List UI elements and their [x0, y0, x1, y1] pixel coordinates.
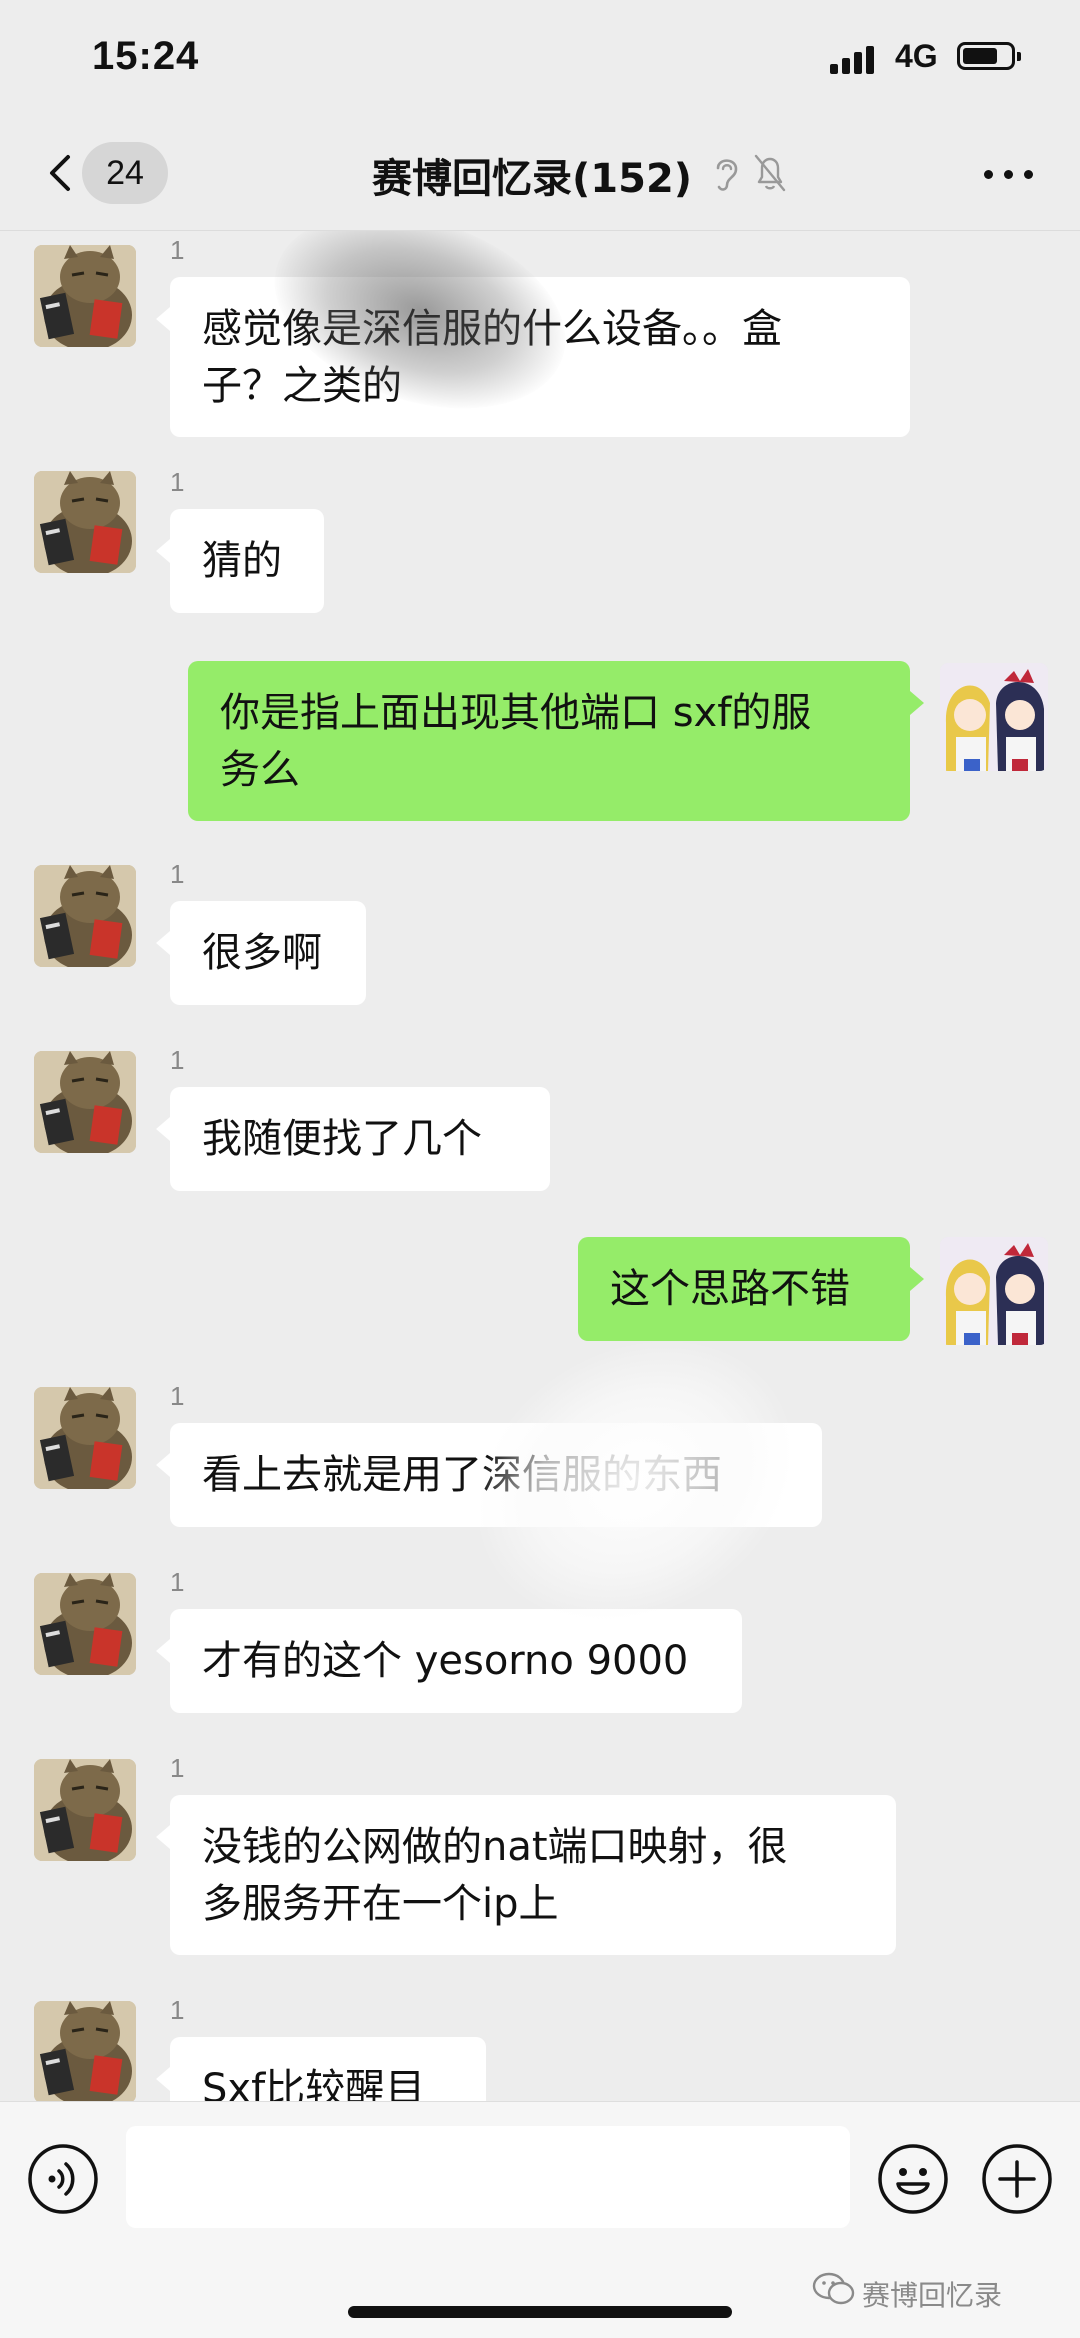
more-options-button[interactable]: [980, 148, 1040, 198]
message-bubble[interactable]: 没钱的公网做的nat端口映射，很 多服务开在一个ip上: [156, 1795, 896, 1955]
avatar[interactable]: [34, 2001, 136, 2101]
avatar[interactable]: [940, 663, 1048, 771]
message-bubble[interactable]: Sxf比较醒目: [156, 2037, 486, 2101]
avatar[interactable]: [34, 1573, 136, 1675]
message-bubble[interactable]: 才有的这个 yesorno 9000: [156, 1609, 742, 1713]
message-text-line: 才有的这个 yesorno 9000: [202, 1638, 689, 1684]
avatar[interactable]: [34, 245, 136, 347]
unread-count-badge: 24: [82, 142, 168, 204]
avatar[interactable]: [34, 1387, 136, 1489]
status-time: 15:24: [92, 34, 200, 78]
sender-name: 1: [170, 235, 185, 265]
wechat-logo-icon: [812, 2272, 855, 2305]
message-bubble[interactable]: 感觉像是深信服的什么设备。。盒 子？之类的: [156, 277, 910, 437]
sender-name: 1: [170, 1381, 185, 1411]
signal-strength-icon: [830, 44, 878, 74]
avatar[interactable]: [34, 1051, 136, 1153]
chevron-left-icon: [50, 155, 70, 191]
message-bubble[interactable]: 看上去就是用了深信服的东西: [156, 1423, 822, 1527]
message-list[interactable]: 1 感觉像是深信服的什么设备。。盒 子？之类的 1 猜的 你是指上面出现其他端口…: [0, 231, 1080, 2101]
chat-title: 赛博回忆录(152): [372, 156, 693, 202]
input-bar: 赛博回忆录: [0, 2101, 1080, 2338]
ear-icon: [716, 159, 738, 191]
sender-name: 1: [170, 1753, 185, 1783]
message-bubble[interactable]: 我随便找了几个: [156, 1087, 550, 1191]
message-text-line: 你是指上面出现其他端口 sxf的服: [220, 690, 812, 736]
mute-bell-icon: [754, 154, 786, 192]
sender-name: 1: [170, 859, 185, 889]
message-text-line: 我随便找了几个: [202, 1116, 482, 1162]
message-bubble[interactable]: 这个思路不错: [578, 1237, 924, 1341]
network-type: 4G: [895, 38, 938, 74]
message-text-line: 没钱的公网做的nat端口映射，很: [202, 1824, 788, 1870]
message-bubble[interactable]: 很多啊: [156, 901, 366, 1005]
sender-name: 1: [170, 1995, 185, 2025]
message-bubble[interactable]: 你是指上面出现其他端口 sxf的服 务么: [188, 661, 924, 821]
message-text-line: Sxf比较醒目: [202, 2066, 426, 2101]
message-text-line: 看上去就是用了深信服的东西: [202, 1452, 722, 1498]
message-text-line: 务么: [220, 747, 300, 793]
message-text-line: 很多啊: [202, 930, 322, 976]
battery-icon: [957, 42, 1021, 70]
message-bubble[interactable]: 猜的: [156, 509, 324, 613]
message-text-line: 感觉像是深信服的什么设备。。盒: [202, 306, 782, 352]
avatar[interactable]: [34, 471, 136, 573]
status-bar: 15:24 4G: [0, 0, 1080, 118]
message-input[interactable]: [126, 2126, 850, 2228]
avatar[interactable]: [34, 865, 136, 967]
sender-name: 1: [170, 1045, 185, 1075]
sender-name: 1: [170, 1567, 185, 1597]
emoji-icon[interactable]: [876, 2142, 950, 2216]
home-indicator[interactable]: [348, 2306, 732, 2318]
message-text-line: 猜的: [202, 538, 282, 584]
watermark-text: 赛博回忆录: [862, 2279, 1003, 2312]
avatar[interactable]: [34, 1759, 136, 1861]
chat-header: 24 赛博回忆录(152): [0, 118, 1080, 231]
plus-icon[interactable]: [980, 2142, 1054, 2216]
message-text-line: 子？之类的: [202, 363, 402, 409]
message-text-line: 这个思路不错: [610, 1266, 850, 1312]
sender-name: 1: [170, 467, 185, 497]
voice-input-icon[interactable]: [26, 2142, 100, 2216]
message-text-line: 多服务开在一个ip上: [202, 1881, 559, 1927]
back-button[interactable]: 24: [28, 140, 178, 206]
avatar[interactable]: [940, 1237, 1048, 1345]
